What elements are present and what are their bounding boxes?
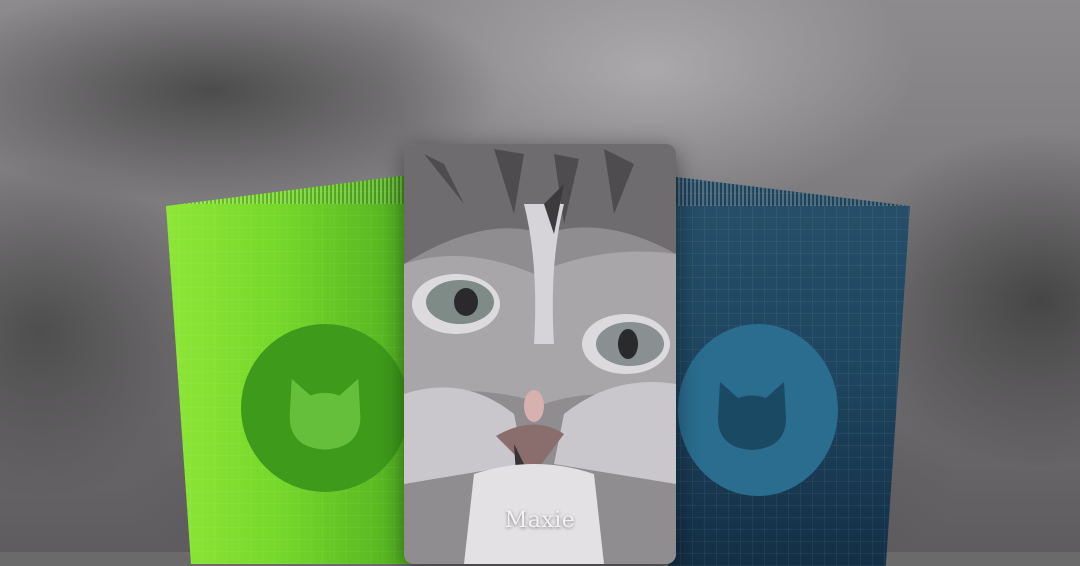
treat-pack-left[interactable] — [166, 174, 416, 564]
cat-head-icon — [289, 378, 361, 450]
cat-name-label: Maxie — [504, 508, 576, 533]
treat-pack-right[interactable] — [668, 176, 910, 566]
cat-head-icon — [718, 382, 786, 450]
pack-badge-right — [678, 324, 838, 496]
cat-card[interactable]: Maxie — [404, 144, 676, 564]
cat-portrait-image — [404, 144, 676, 564]
pack-badge-left — [241, 324, 409, 492]
